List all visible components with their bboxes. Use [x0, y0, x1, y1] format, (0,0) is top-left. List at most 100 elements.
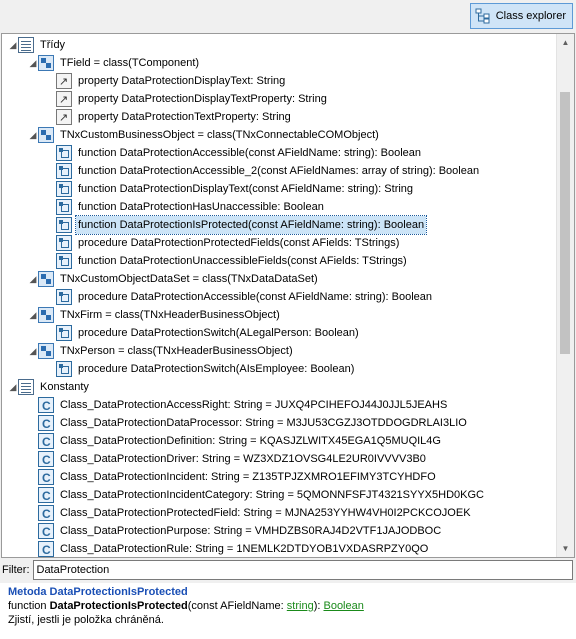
method-icon	[56, 253, 72, 269]
tree-item-label: TNxPerson = class(TNxHeaderBusinessObjec…	[60, 345, 293, 357]
expand-arrow-icon[interactable]: ◢	[28, 342, 38, 360]
tree-item[interactable]: Class_DataProtectionDriver: String = WZ3…	[28, 450, 428, 469]
tree-item[interactable]: property DataProtectionDisplayTextProper…	[46, 90, 329, 109]
filter-bar: Filter:	[0, 559, 576, 581]
tree-item-label: property DataProtectionTextProperty: Str…	[78, 111, 291, 123]
constant-icon	[38, 469, 54, 487]
class-icon	[38, 271, 54, 287]
tree-item-label: Class_DataProtectionDriver: String = WZ3…	[60, 453, 426, 465]
class-icon	[38, 127, 54, 143]
constant-icon	[38, 487, 54, 505]
method-icon	[56, 199, 72, 215]
tree-item[interactable]: procedure DataProtectionSwitch(AIsEmploy…	[46, 360, 356, 378]
class-explorer-button[interactable]: Class explorer	[469, 3, 573, 29]
tree-item[interactable]: function DataProtectionUnaccessibleField…	[46, 252, 409, 270]
tree-item[interactable]: procedure DataProtectionSwitch(ALegalPer…	[46, 324, 361, 342]
tree-item-label: procedure DataProtectionSwitch(ALegalPer…	[78, 327, 359, 339]
tree-item-label: function DataProtectionHasUnaccessible: …	[78, 201, 324, 213]
expand-arrow-icon[interactable]: ◢	[8, 378, 18, 396]
class-explorer-label: Class explorer	[495, 10, 566, 22]
tree-item[interactable]: Class_DataProtectionIncidentCategory: St…	[28, 486, 486, 505]
class-tree[interactable]: ◢Třídy◢TField = class(TComponent)propert…	[1, 33, 575, 558]
constant-icon	[38, 505, 54, 523]
tree-item-label: Class_DataProtectionProtectedField: Stri…	[60, 507, 471, 519]
tree-item[interactable]: procedure DataProtectionProtectedFields(…	[46, 234, 401, 252]
tree-item[interactable]: Class_DataProtectionIncident: String = Z…	[28, 468, 438, 487]
expand-arrow-icon[interactable]: ◢	[28, 306, 38, 324]
info-type-link[interactable]: string	[287, 600, 314, 612]
expand-arrow-icon[interactable]: ◢	[28, 270, 38, 288]
expand-arrow-icon[interactable]: ◢	[28, 54, 38, 72]
method-icon	[56, 145, 72, 161]
tree-item-label: Konstanty	[40, 381, 89, 393]
class-icon	[38, 307, 54, 323]
tree-item[interactable]: function DataProtectionAccessible_2(cons…	[46, 162, 481, 180]
info-panel: Metoda DataProtectionIsProtected functio…	[0, 583, 576, 639]
method-icon	[56, 163, 72, 179]
tree-item-label: function DataProtectionUnaccessibleField…	[78, 255, 407, 267]
expand-arrow-icon[interactable]: ◢	[28, 126, 38, 144]
scroll-thumb[interactable]	[560, 92, 570, 354]
tree-item[interactable]: Class_DataProtectionRule: String = 1NEML…	[28, 540, 430, 557]
method-icon	[56, 289, 72, 305]
scroll-down-arrow-icon[interactable]: ▼	[557, 540, 574, 557]
tree-item[interactable]: procedure DataProtectionAccessible(const…	[46, 288, 434, 306]
tree-item[interactable]: Class_DataProtectionAccessRight: String …	[28, 396, 449, 415]
tree-class-node[interactable]: ◢ TNxCustomObjectDataSet = class(TNxDataD…	[28, 270, 320, 288]
info-sig-name: DataProtectionIsProtected	[49, 600, 188, 612]
tree-item-label: TField = class(TComponent)	[60, 57, 200, 69]
tree-item[interactable]: property DataProtectionTextProperty: Str…	[46, 108, 293, 127]
info-return-link[interactable]: Boolean	[323, 600, 363, 612]
tree-section-node[interactable]: ◢ Konstanty	[8, 378, 91, 396]
method-icon	[56, 235, 72, 251]
document-icon	[18, 37, 34, 53]
tree-item-label: Class_DataProtectionDefinition: String =…	[60, 435, 441, 447]
method-icon	[56, 361, 72, 377]
vertical-scrollbar[interactable]: ▲ ▼	[556, 34, 574, 557]
tree-item-label: function DataProtectionDisplayText(const…	[78, 183, 414, 195]
constant-icon	[38, 541, 54, 557]
tree-item-label: Class_DataProtectionRule: String = 1NEML…	[60, 543, 429, 555]
tree-class-node[interactable]: ◢ TNxCustomBusinessObject = class(TNxConn…	[28, 126, 381, 144]
tree-item[interactable]: function DataProtectionIsProtected(const…	[46, 215, 428, 235]
class-icon	[38, 343, 54, 359]
tree-item-label: Class_DataProtectionIncidentCategory: St…	[60, 489, 484, 501]
constant-icon	[38, 433, 54, 451]
tree-section-node[interactable]: ◢ Třídy	[8, 36, 67, 54]
tree-item[interactable]: Class_DataProtectionPurpose: String = VM…	[28, 522, 443, 541]
info-signature: function DataProtectionIsProtected(const…	[8, 599, 568, 613]
class-icon	[38, 55, 54, 71]
tree-class-node[interactable]: ◢ TField = class(TComponent)	[28, 54, 201, 72]
tree-item[interactable]: function DataProtectionDisplayText(const…	[46, 180, 415, 198]
tree-item-label: procedure DataProtectionAccessible(const…	[78, 291, 433, 303]
tree-item[interactable]: property DataProtectionDisplayText: Stri…	[46, 72, 287, 91]
tree-item[interactable]: function DataProtectionAccessible(const …	[46, 144, 423, 162]
tree-item[interactable]: Class_DataProtectionDefinition: String =…	[28, 432, 443, 451]
expand-arrow-icon[interactable]: ◢	[8, 36, 18, 54]
tree-item-label: TNxCustomObjectDataSet = class(TNxDataDa…	[60, 273, 318, 285]
class-explorer-icon	[475, 8, 491, 24]
tree-item[interactable]: Class_DataProtectionProtectedField: Stri…	[28, 504, 473, 523]
method-icon	[56, 181, 72, 197]
tree-item-label: function DataProtectionAccessible(const …	[78, 147, 422, 159]
tree-item-label: property DataProtectionDisplayTextProper…	[78, 93, 327, 105]
constant-icon	[38, 451, 54, 469]
tree-class-node[interactable]: ◢ TNxFirm = class(TNxHeaderBusinessObject…	[28, 306, 282, 324]
tree-item-label: Class_DataProtectionIncident: String = Z…	[60, 471, 436, 483]
property-icon	[56, 91, 72, 109]
tree-item-label: Class_DataProtectionPurpose: String = VM…	[60, 525, 442, 537]
tree-item[interactable]: function DataProtectionHasUnaccessible: …	[46, 198, 326, 216]
scroll-up-arrow-icon[interactable]: ▲	[557, 34, 574, 51]
constant-icon	[38, 523, 54, 541]
tree-item-label: Class_DataProtectionAccessRight: String …	[60, 399, 448, 411]
filter-input[interactable]	[32, 560, 573, 580]
tree-item-label: function DataProtectionAccessible_2(cons…	[78, 165, 480, 177]
filter-label: Filter:	[2, 564, 30, 576]
info-title: Metoda DataProtectionIsProtected	[8, 586, 188, 598]
tree-item[interactable]: Class_DataProtectionDataProcessor: Strin…	[28, 414, 469, 433]
info-sig-params: (const AFieldName:	[187, 600, 287, 612]
tree-item-label: Class_DataProtectionDataProcessor: Strin…	[60, 417, 467, 429]
method-icon	[56, 217, 72, 233]
tree-class-node[interactable]: ◢ TNxPerson = class(TNxHeaderBusinessObje…	[28, 342, 295, 360]
tree-item-label: procedure DataProtectionProtectedFields(…	[78, 237, 400, 249]
